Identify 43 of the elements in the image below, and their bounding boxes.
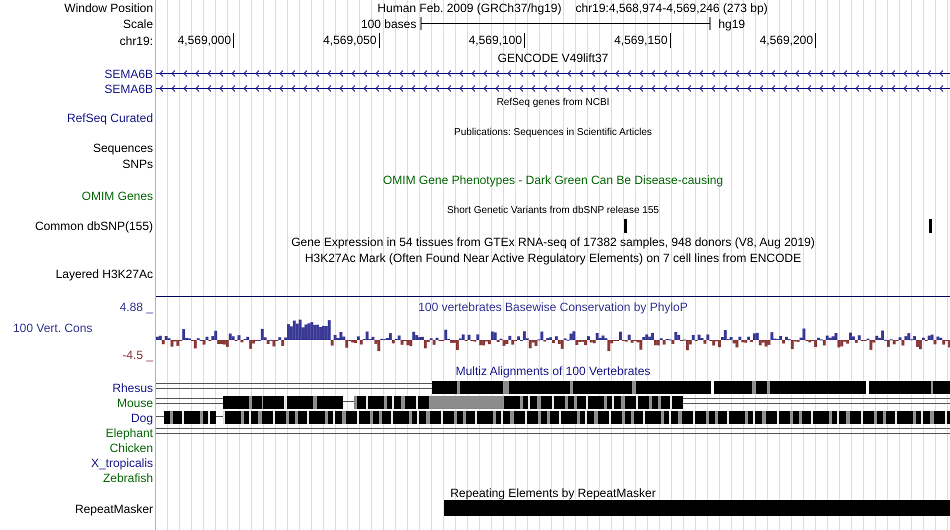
axis-min-label: -4.5 _ — [122, 349, 154, 361]
species-label[interactable]: Elephant — [106, 426, 153, 438]
track-label[interactable]: Sequences — [92, 142, 153, 154]
track-title: H3K27Ac Mark (Often Found Near Active Regulatory Elements) on 7 cell lines from ENCODE — [304, 252, 802, 264]
assembly-label: Human Feb. 2009 (GRCh37/hg19) — [377, 2, 562, 14]
track-title: OMIM Gene Phenotypes - Dark Green Can Be Disease-causing — [382, 174, 724, 186]
snp-mark — [624, 219, 627, 233]
track-title: GENCODE V49lift37 — [498, 52, 608, 64]
track-title: 100 vertebrates Basewise Conservation by PhyloP — [418, 301, 688, 313]
track-label[interactable]: SEMA6B — [104, 82, 153, 94]
track-label: Scale — [122, 18, 153, 30]
scale-length: 100 bases — [360, 18, 416, 30]
track-label: Window Position — [64, 2, 153, 14]
species-label[interactable]: Mouse — [116, 396, 153, 408]
track-label[interactable]: SNPs — [122, 158, 153, 170]
track-label[interactable]: Common dbSNP(155) — [34, 220, 153, 232]
track-title: Repeating Elements by RepeatMasker — [450, 486, 656, 498]
coordinate-tick-label: 4,569,150 — [614, 33, 670, 48]
species-label[interactable]: Chicken — [110, 442, 153, 454]
track-label[interactable]: SEMA6B — [104, 68, 153, 80]
species-label[interactable]: Dog — [130, 412, 153, 424]
track-label[interactable]: 100 Vert. Cons — [0, 322, 92, 334]
position-label: chr19:4,568,974-4,569,246 (273 bp) — [575, 2, 768, 14]
track-title: Publications: Sequences in Scientific Articles — [454, 128, 652, 138]
coordinate-tick-label: 4,569,050 — [323, 33, 380, 48]
coordinate-tick-label: 4,569,100 — [468, 33, 525, 48]
species-label[interactable]: Rhesus — [112, 382, 153, 394]
species-label[interactable]: X_tropicalis — [90, 456, 153, 468]
chromosome-label: chr19: — [120, 34, 153, 46]
track-label[interactable]: OMIM Genes — [82, 190, 153, 202]
track-title: RefSeq genes from NCBI — [496, 98, 610, 108]
assembly-name: hg19 — [718, 18, 746, 30]
track-label[interactable]: Layered H3K27Ac — [56, 268, 153, 280]
track-label[interactable]: RefSeq Curated — [66, 112, 153, 124]
track-title: Short Genetic Variants from dbSNP release 155 — [447, 206, 659, 216]
coordinate-tick-label: 4,569,000 — [178, 33, 234, 48]
axis-max-label: 4.88 _ — [120, 301, 154, 313]
snp-mark — [929, 219, 932, 233]
species-label[interactable]: Zebrafish — [102, 472, 153, 484]
track-label[interactable]: RepeatMasker — [74, 503, 153, 515]
coordinate-tick-label: 4,569,200 — [760, 33, 816, 48]
track-title: Multiz Alignments of 100 Vertebrates — [456, 365, 650, 377]
track-title: Gene Expression in 54 tissues from GTEx RNA-seq of 17382 samples, 948 donors (V8, Aug 2019) — [291, 236, 815, 248]
